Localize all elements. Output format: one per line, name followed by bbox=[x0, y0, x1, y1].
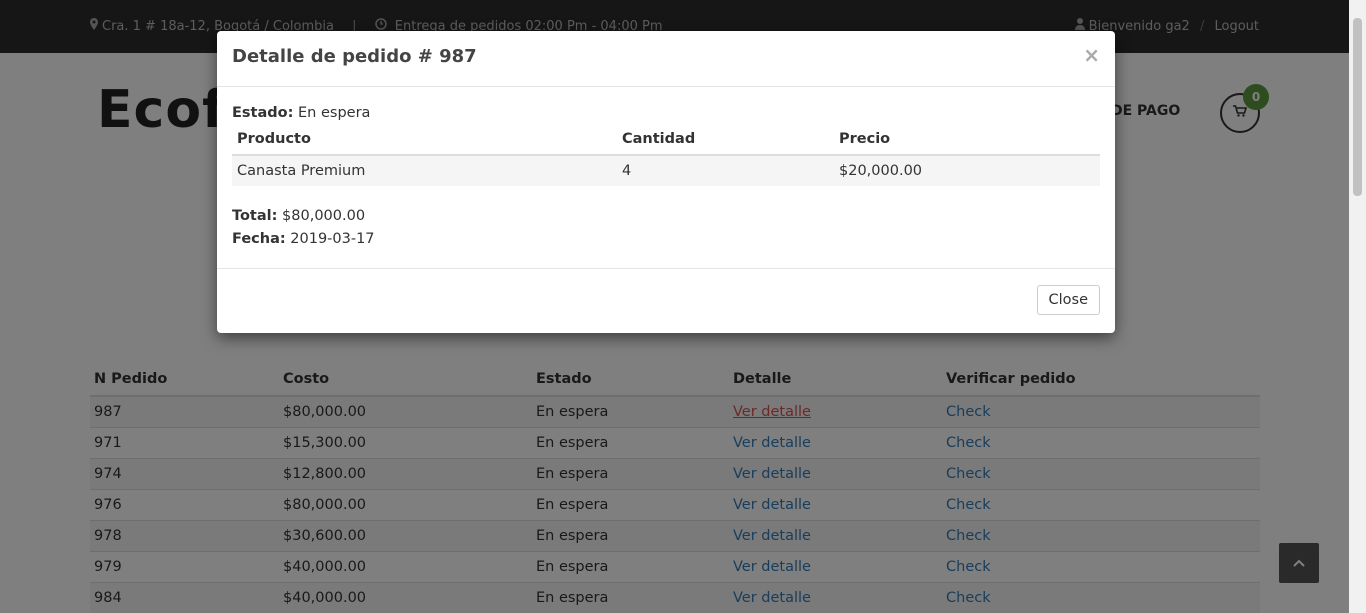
item-quantity: 4 bbox=[617, 155, 834, 186]
order-status-line: Estado: En espera bbox=[232, 102, 1100, 125]
date-label: Fecha: bbox=[232, 231, 286, 247]
item-price: $20,000.00 bbox=[834, 155, 1100, 186]
column-header: Precio bbox=[834, 127, 1100, 156]
total-value: $80,000.00 bbox=[282, 208, 366, 224]
modal-title: Detalle de pedido # 987 bbox=[232, 46, 477, 67]
page-scrollbar[interactable] bbox=[1349, 0, 1366, 613]
modal-body: Estado: En espera Producto Cantidad Prec… bbox=[217, 87, 1115, 268]
order-detail-modal: Detalle de pedido # 987 × Estado: En esp… bbox=[217, 31, 1115, 333]
modal-header: Detalle de pedido # 987 × bbox=[217, 31, 1115, 87]
close-icon[interactable]: × bbox=[1083, 45, 1100, 65]
close-button[interactable]: Close bbox=[1036, 285, 1100, 315]
table-row: Canasta Premium 4 $20,000.00 bbox=[232, 155, 1100, 186]
items-header-row: Producto Cantidad Precio bbox=[232, 127, 1100, 156]
column-header: Producto bbox=[232, 127, 617, 156]
total-label: Total: bbox=[232, 208, 278, 224]
order-date-line: Fecha: 2019-03-17 bbox=[232, 228, 1100, 251]
scrollbar-thumb[interactable] bbox=[1353, 18, 1362, 196]
modal-footer: Close bbox=[217, 268, 1115, 333]
date-value: 2019-03-17 bbox=[290, 231, 375, 247]
order-total-line: Total: $80,000.00 bbox=[232, 205, 1100, 228]
item-product: Canasta Premium bbox=[232, 155, 617, 186]
status-value: En espera bbox=[298, 105, 371, 121]
column-header: Cantidad bbox=[617, 127, 834, 156]
status-label: Estado: bbox=[232, 105, 294, 121]
order-items-table: Producto Cantidad Precio Canasta Premium… bbox=[232, 127, 1100, 186]
